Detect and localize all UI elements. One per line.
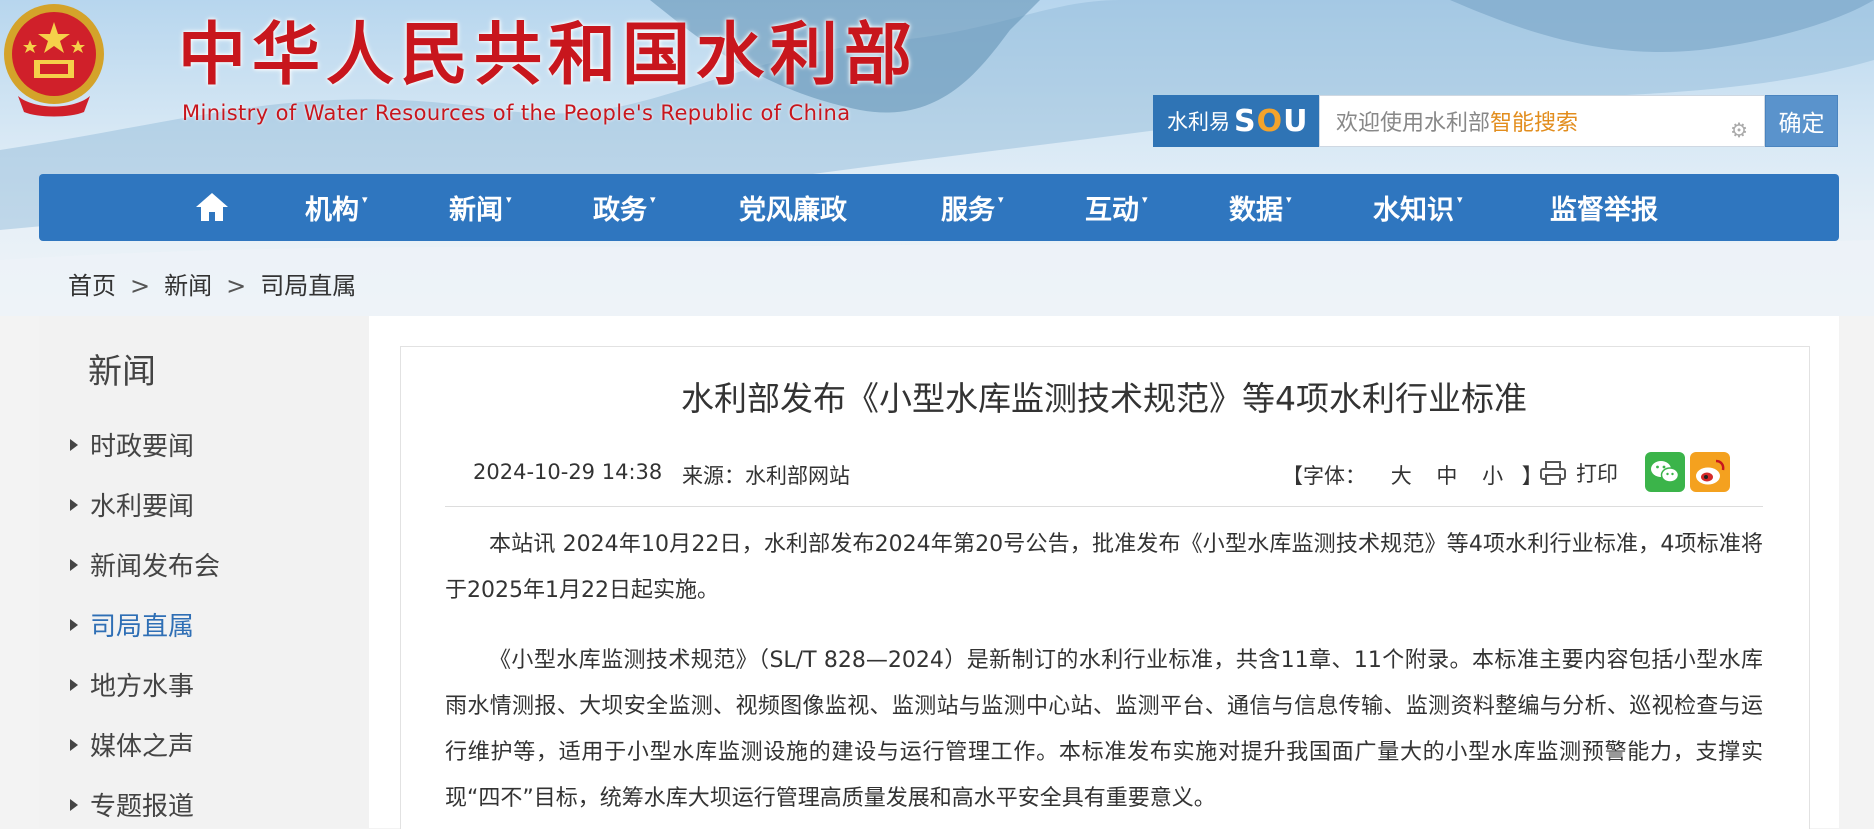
nav-item-water-knowledge[interactable]: 水知识 ▾ xyxy=(1373,174,1463,241)
main-nav: 机构 ▾ 新闻 ▾ 政务 ▾ 党风廉政 服务 ▾ 互动 ▾ 数据 ▾ 水知识 ▾ 监督举报 xyxy=(39,174,1839,241)
font-size-label: 【字体： xyxy=(1282,464,1366,488)
chevron-down-icon: ▾ xyxy=(362,193,368,206)
breadcrumb: 首页 > 新闻 > 司局直属 xyxy=(68,266,356,301)
triangle-right-icon xyxy=(70,499,78,511)
nav-item-government-affairs[interactable]: 政务 ▾ xyxy=(593,174,656,241)
font-size-medium-button[interactable]: 中 xyxy=(1436,464,1457,488)
nav-label: 政务 xyxy=(593,195,647,226)
brand-letter-u: U xyxy=(1283,103,1309,139)
nav-label: 党风廉政 xyxy=(739,195,847,226)
sidebar-title: 新闻 xyxy=(88,352,156,392)
brand-letter-s: S xyxy=(1234,103,1257,139)
nav-item-interaction[interactable]: 互动 ▾ xyxy=(1085,174,1148,241)
sidebar-item-label: 新闻发布会 xyxy=(90,552,221,582)
search-brand-logo: 水利易 SOU xyxy=(1153,95,1319,147)
nav-item-integrity[interactable]: 党风廉政 xyxy=(739,174,847,241)
breadcrumb-current[interactable]: 司局直属 xyxy=(260,272,356,300)
national-emblem-icon xyxy=(4,4,104,117)
search-brand-prefix: 水利易 xyxy=(1167,110,1230,134)
chevron-down-icon: ▾ xyxy=(650,193,656,206)
search-placeholder-main: 欢迎使用水利部 xyxy=(1336,111,1491,136)
sidebar-item-departments[interactable]: 司局直属 xyxy=(70,606,194,643)
article-source: 来源：水利部网站 xyxy=(682,464,850,488)
triangle-right-icon xyxy=(70,799,78,811)
search-input[interactable]: 欢迎使用水利部 智能搜索 ⚙ xyxy=(1319,95,1765,147)
site-title: 中华人民共和国水利部 xyxy=(178,16,919,95)
breadcrumb-news[interactable]: 新闻 xyxy=(164,272,212,300)
print-label: 打印 xyxy=(1576,462,1618,486)
sidebar-item-special-reports[interactable]: 专题报道 xyxy=(70,786,194,823)
nav-label: 数据 xyxy=(1229,195,1283,226)
sidebar-item-label: 媒体之声 xyxy=(90,732,195,762)
search-bar: 水利易 SOU 欢迎使用水利部 智能搜索 ⚙ 确定 xyxy=(1153,95,1838,147)
sidebar-item-political-news[interactable]: 时政要闻 xyxy=(70,426,194,463)
sidebar-item-label: 时政要闻 xyxy=(90,432,195,462)
nav-item-data[interactable]: 数据 ▾ xyxy=(1229,174,1292,241)
breadcrumb-separator: > xyxy=(226,272,247,300)
font-size-control: 【字体： 大 中 小 】 xyxy=(1282,460,1543,490)
triangle-right-icon xyxy=(70,619,78,631)
chevron-down-icon: ▾ xyxy=(506,193,512,206)
nav-item-report[interactable]: 监督举报 xyxy=(1550,174,1658,241)
article-paragraph: 《小型水库监测技术规范》（SL/T 828—2024）是新制订的水利行业标准，共… xyxy=(445,648,1763,811)
nav-label: 监督举报 xyxy=(1550,195,1658,226)
search-submit-button[interactable]: 确定 xyxy=(1765,95,1838,147)
nav-item-organization[interactable]: 机构 ▾ xyxy=(305,174,368,241)
sidebar-item-label: 司局直属 xyxy=(90,612,195,642)
search-brand-souword: SOU xyxy=(1234,104,1309,139)
font-size-small-button[interactable]: 小 xyxy=(1482,464,1503,488)
chevron-down-icon: ▾ xyxy=(1142,193,1148,206)
sidebar-item-media[interactable]: 媒体之声 xyxy=(70,726,194,763)
search-placeholder-highlight: 智能搜索 xyxy=(1490,111,1579,136)
nav-label: 互动 xyxy=(1085,195,1139,226)
triangle-right-icon xyxy=(70,559,78,571)
nav-label: 机构 xyxy=(305,195,359,226)
triangle-right-icon xyxy=(70,439,78,451)
chevron-down-icon: ▾ xyxy=(1457,193,1463,206)
chevron-down-icon: ▾ xyxy=(998,193,1004,206)
sidebar-item-label: 水利要闻 xyxy=(90,492,195,522)
article-paragraph: 本站讯 2024年10月22日，水利部发布2024年第20号公告，批准发布《小型… xyxy=(445,532,1763,603)
sidebar-item-local-affairs[interactable]: 地方水事 xyxy=(70,666,194,703)
meta-divider xyxy=(445,506,1763,507)
weibo-icon xyxy=(1696,459,1725,485)
nav-label: 服务 xyxy=(941,195,995,226)
wechat-icon xyxy=(1651,461,1680,483)
brand-letter-o: O xyxy=(1256,103,1284,139)
chevron-down-icon: ▾ xyxy=(1286,193,1292,206)
sidebar-item-label: 专题报道 xyxy=(90,792,195,822)
printer-icon xyxy=(1540,461,1566,485)
home-icon[interactable] xyxy=(194,190,230,224)
print-button[interactable]: 打印 xyxy=(1540,458,1618,488)
article-date: 2024-10-29 14:38 xyxy=(473,460,663,484)
sidebar-item-press-conference[interactable]: 新闻发布会 xyxy=(70,546,220,583)
article-title: 水利部发布《小型水库监测技术规范》等4项水利行业标准 xyxy=(681,379,1527,418)
sidebar-item-label: 地方水事 xyxy=(90,672,195,702)
breadcrumb-separator: > xyxy=(130,272,151,300)
weibo-share-button[interactable] xyxy=(1690,452,1730,492)
nav-item-news[interactable]: 新闻 ▾ xyxy=(449,174,512,241)
breadcrumb-home[interactable]: 首页 xyxy=(68,272,116,300)
nav-label: 水知识 xyxy=(1373,195,1454,226)
sidebar-item-water-news[interactable]: 水利要闻 xyxy=(70,486,194,523)
nav-item-services[interactable]: 服务 ▾ xyxy=(941,174,1004,241)
wechat-share-button[interactable] xyxy=(1645,452,1685,492)
site-subtitle: Ministry of Water Resources of the Peopl… xyxy=(182,101,851,125)
gear-icon[interactable]: ⚙ xyxy=(1730,118,1748,142)
triangle-right-icon xyxy=(70,739,78,751)
triangle-right-icon xyxy=(70,679,78,691)
font-size-large-button[interactable]: 大 xyxy=(1391,464,1412,488)
nav-label: 新闻 xyxy=(449,195,503,226)
